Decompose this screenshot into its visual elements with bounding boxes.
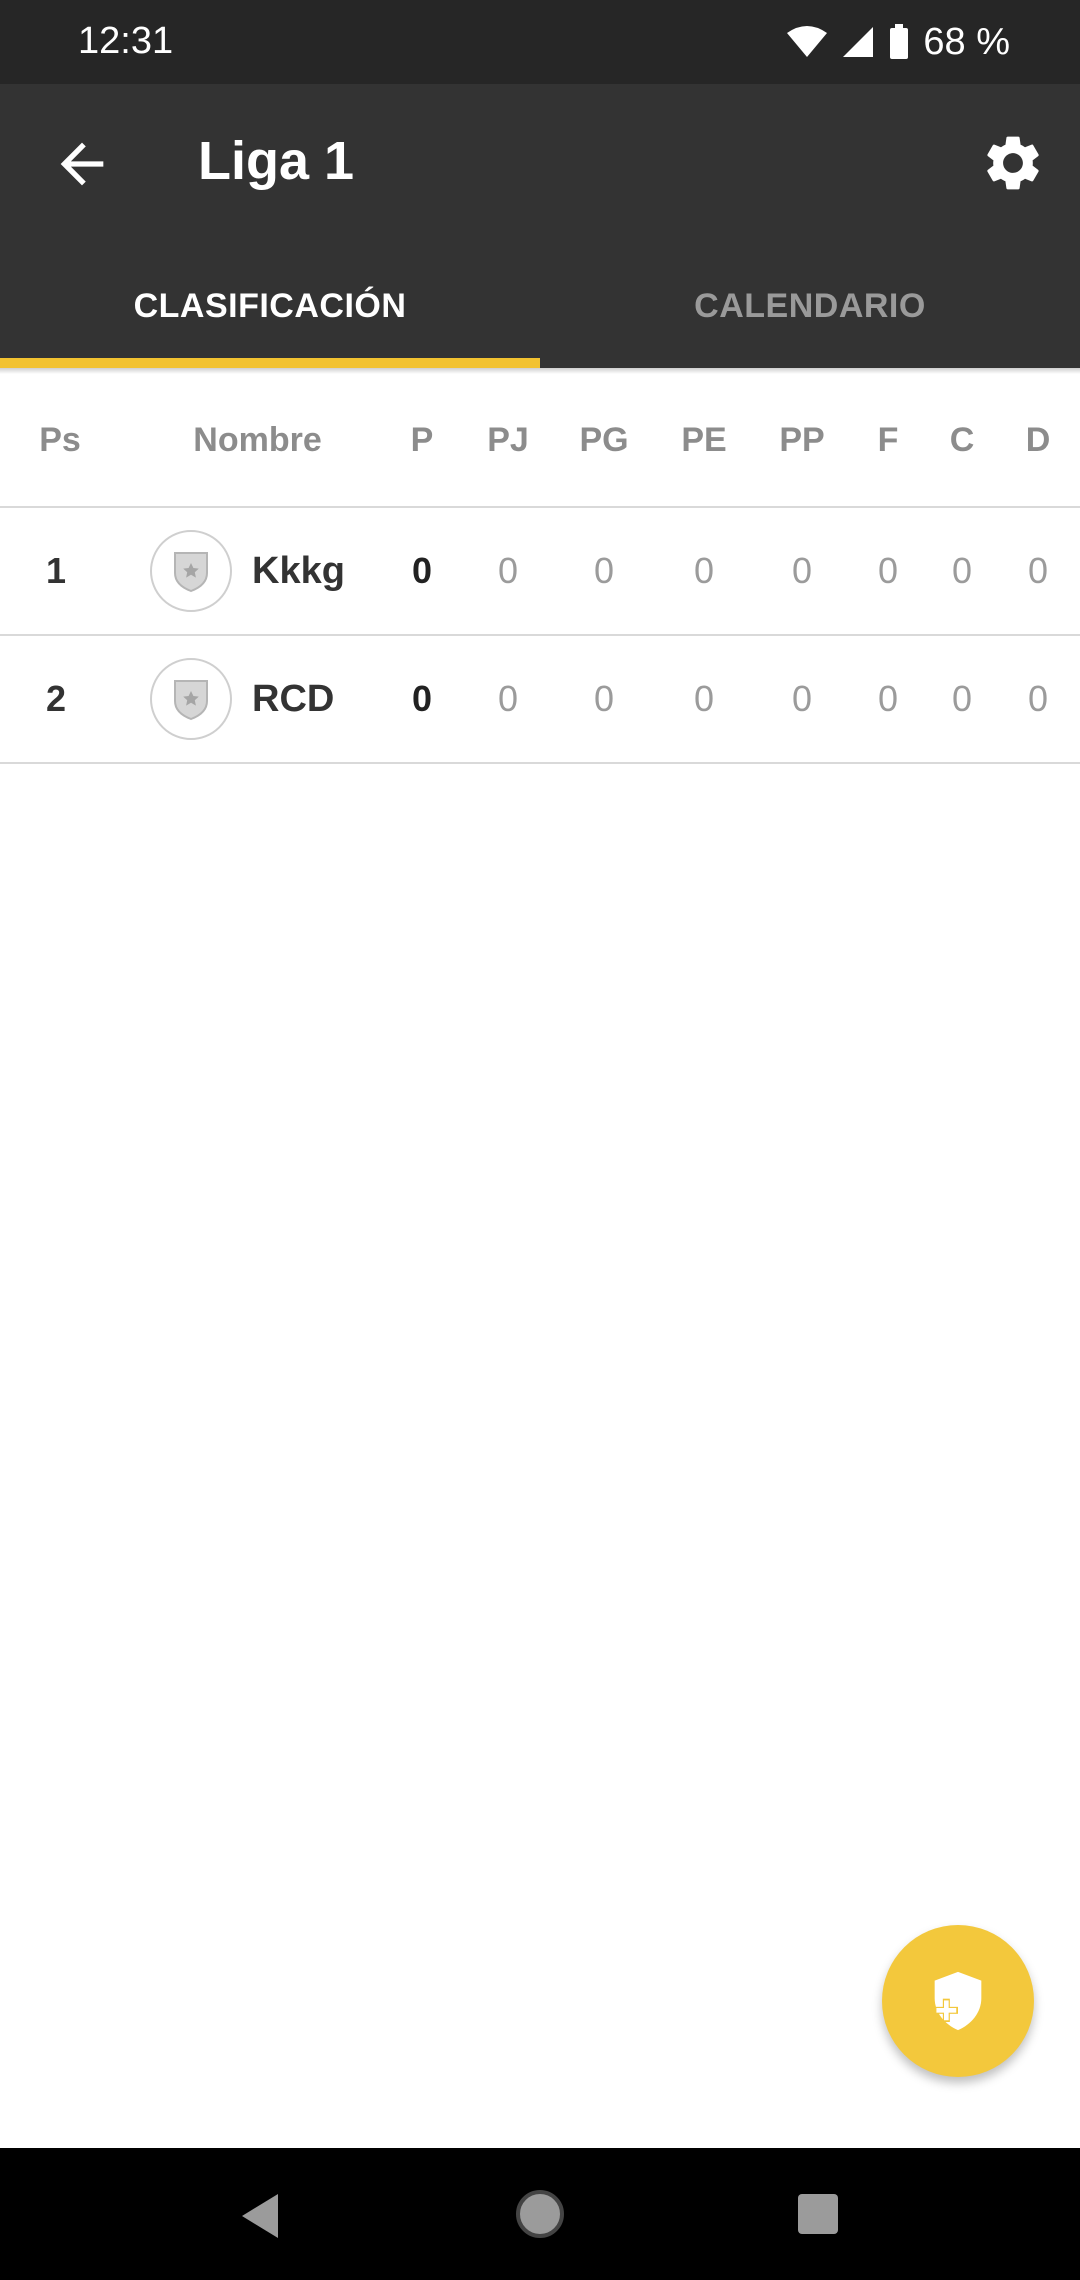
row-pg: 0 bbox=[593, 550, 615, 591]
row-pp: 0 bbox=[791, 550, 813, 591]
standings-table: Ps Nombre P PJ PG PE PP F C D 1 Kkkg 0 0… bbox=[0, 374, 1080, 764]
nav-back-icon[interactable] bbox=[238, 2192, 282, 2240]
status-icons: 68 % bbox=[787, 18, 1010, 66]
row-pg: 0 bbox=[593, 678, 615, 719]
battery-icon bbox=[890, 24, 909, 59]
tab-bar: CLASIFICACIÓN CALENDARIO bbox=[0, 244, 1080, 368]
header-d: D bbox=[1025, 420, 1051, 459]
header-pj: PJ bbox=[487, 420, 529, 459]
team-name: Kkkg bbox=[252, 549, 345, 592]
shield-add-icon bbox=[934, 1971, 982, 2031]
row-pe: 0 bbox=[693, 678, 715, 719]
tab-calendario[interactable]: CALENDARIO bbox=[540, 244, 1080, 368]
row-pj: 0 bbox=[497, 550, 519, 591]
nav-home-icon[interactable] bbox=[516, 2190, 564, 2238]
row-c: 0 bbox=[951, 678, 973, 719]
row-points: 0 bbox=[411, 550, 433, 591]
row-f: 0 bbox=[877, 550, 899, 591]
app-bar: Liga 1 bbox=[0, 84, 1080, 244]
tab-label: CLASIFICACIÓN bbox=[133, 286, 407, 325]
row-position: 2 bbox=[45, 678, 67, 719]
tab-label: CALENDARIO bbox=[694, 286, 926, 325]
row-position: 1 bbox=[45, 550, 67, 591]
row-d: 0 bbox=[1027, 550, 1049, 591]
header-ps: Ps bbox=[39, 420, 81, 459]
row-f: 0 bbox=[877, 678, 899, 719]
header-p: P bbox=[410, 420, 434, 459]
tab-indicator bbox=[0, 358, 540, 368]
system-nav-bar bbox=[0, 2148, 1080, 2280]
gear-icon[interactable] bbox=[980, 130, 1046, 196]
row-pe: 0 bbox=[693, 550, 715, 591]
add-team-button[interactable] bbox=[882, 1925, 1034, 2077]
page-title: Liga 1 bbox=[198, 131, 355, 191]
header-pg: PG bbox=[579, 420, 629, 459]
row-pp: 0 bbox=[791, 678, 813, 719]
signal-icon bbox=[843, 27, 874, 57]
header-pe: PE bbox=[681, 420, 727, 459]
battery-percent: 68 % bbox=[923, 20, 1010, 63]
row-c: 0 bbox=[951, 550, 973, 591]
header-f: F bbox=[877, 420, 899, 459]
team-name: RCD bbox=[252, 677, 335, 720]
header-name: Nombre bbox=[193, 420, 322, 459]
status-time: 12:31 bbox=[78, 20, 174, 62]
status-bar: 12:31 68 % bbox=[0, 0, 1080, 84]
header-c: C bbox=[949, 420, 975, 459]
shield-icon bbox=[150, 530, 232, 612]
row-points: 0 bbox=[411, 678, 433, 719]
tab-clasificacion[interactable]: CLASIFICACIÓN bbox=[0, 244, 540, 368]
row-pj: 0 bbox=[497, 678, 519, 719]
table-row[interactable]: 1 Kkkg 0 0 0 0 0 0 0 0 bbox=[0, 508, 1080, 636]
row-d: 0 bbox=[1027, 678, 1049, 719]
table-row[interactable]: 2 RCD 0 0 0 0 0 0 0 0 bbox=[0, 636, 1080, 764]
table-header: Ps Nombre P PJ PG PE PP F C D bbox=[0, 374, 1080, 508]
wifi-icon bbox=[787, 26, 828, 57]
arrow-left-icon[interactable] bbox=[50, 132, 114, 196]
nav-recents-icon[interactable] bbox=[798, 2194, 838, 2234]
header-pp: PP bbox=[779, 420, 825, 459]
shield-icon bbox=[150, 658, 232, 740]
